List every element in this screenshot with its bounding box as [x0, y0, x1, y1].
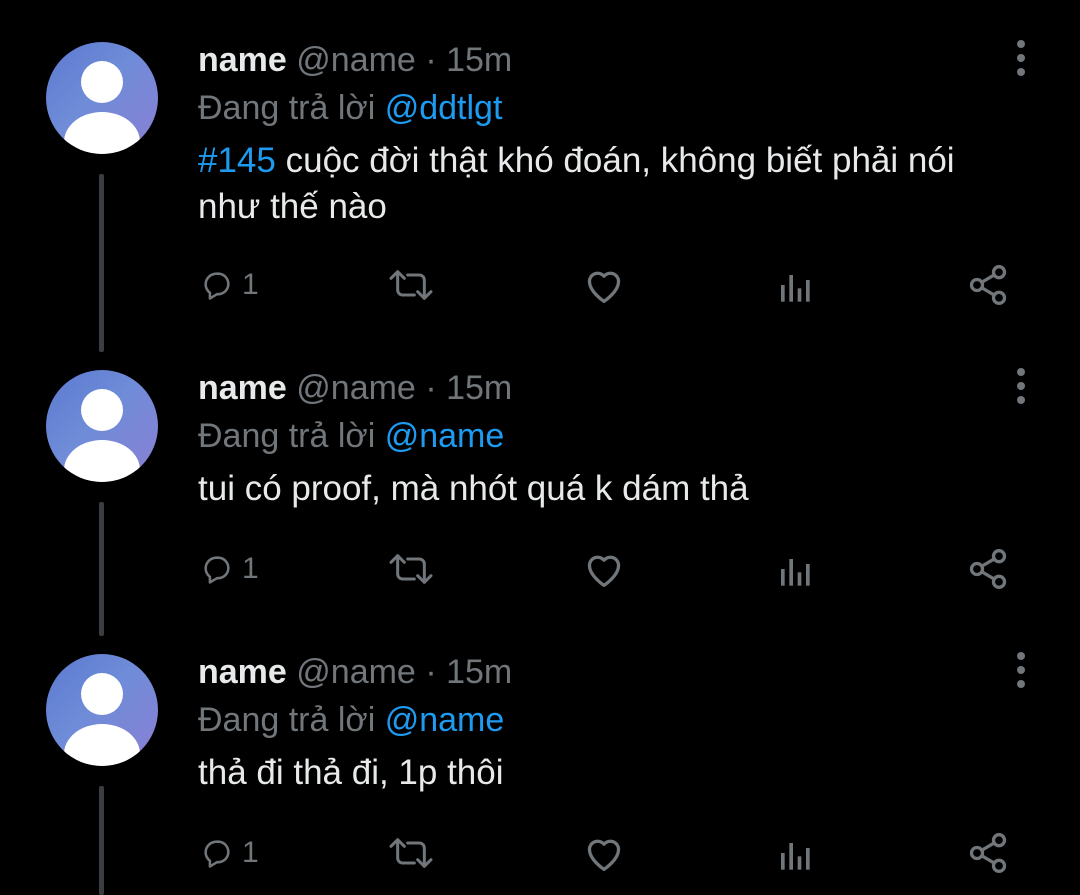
tweet-body: thả đi thả đi, 1p thôi — [198, 753, 504, 792]
avatar-body-shape — [64, 440, 140, 482]
tweet-text: tui có proof, mà nhót quá k dám thả — [198, 466, 1018, 512]
like-button[interactable] — [582, 828, 626, 878]
display-name[interactable]: name — [198, 41, 287, 79]
reply-count: 1 — [242, 268, 259, 301]
share-button[interactable] — [966, 828, 1010, 878]
action-bar: 1 — [0, 260, 1080, 310]
tweet-body: tui có proof, mà nhót quá k dám thả — [198, 469, 749, 508]
avatar-head-shape — [81, 389, 123, 431]
tweet-text: thả đi thả đi, 1p thôi — [198, 750, 1018, 796]
views-icon — [781, 843, 810, 870]
reply-button[interactable]: 1 — [200, 828, 259, 878]
heart-icon — [587, 271, 621, 303]
retweet-button[interactable] — [386, 828, 436, 878]
share-button[interactable] — [966, 544, 1010, 594]
timestamp[interactable]: 15m — [446, 653, 512, 691]
reply-count: 1 — [242, 836, 259, 869]
tweet-header: name @name · 15m — [198, 40, 512, 80]
reply-button[interactable]: 1 — [200, 544, 259, 594]
action-bar: 1 — [0, 544, 1080, 594]
more-vertical-icon[interactable] — [1006, 646, 1036, 694]
retweet-icon — [389, 554, 433, 584]
retweet-icon — [389, 270, 433, 300]
separator: · — [425, 369, 437, 407]
tweet-header: name @name · 15m — [198, 368, 512, 408]
reply-mention-link[interactable]: @ddtlgt — [385, 89, 503, 127]
retweet-icon — [389, 838, 433, 868]
hashtag-link[interactable]: #145 — [198, 141, 276, 180]
replying-to: Đang trả lời @ddtlgt — [198, 88, 502, 128]
reply-count: 1 — [242, 552, 259, 585]
views-icon — [781, 275, 810, 302]
reply-icon — [204, 840, 230, 868]
avatar-body-shape — [64, 112, 140, 154]
avatar-head-shape — [81, 61, 123, 103]
reply-icon — [204, 556, 230, 584]
views-button[interactable] — [776, 544, 816, 594]
share-icon — [969, 833, 1007, 873]
separator: · — [425, 41, 437, 79]
views-button[interactable] — [776, 260, 816, 310]
views-icon — [781, 559, 810, 586]
tweet[interactable]: name @name · 15m Đang trả lời @name tui … — [0, 368, 1080, 640]
avatar-body-shape — [64, 724, 140, 766]
retweet-button[interactable] — [386, 544, 436, 594]
reply-mention-link[interactable]: @name — [385, 701, 505, 739]
avatar[interactable] — [46, 42, 158, 154]
share-button[interactable] — [966, 260, 1010, 310]
avatar[interactable] — [46, 654, 158, 766]
timestamp[interactable]: 15m — [446, 41, 512, 79]
more-vertical-icon[interactable] — [1006, 34, 1036, 82]
like-button[interactable] — [582, 544, 626, 594]
heart-icon — [587, 555, 621, 587]
share-icon — [969, 549, 1007, 589]
more-vertical-icon[interactable] — [1006, 362, 1036, 410]
action-bar: 1 — [0, 828, 1080, 878]
reply-mention-link[interactable]: @name — [385, 417, 505, 455]
reply-prefix: Đang trả lời — [198, 89, 376, 127]
replying-to: Đang trả lời @name — [198, 700, 504, 740]
reply-prefix: Đang trả lời — [198, 701, 376, 739]
reply-prefix: Đang trả lời — [198, 417, 376, 455]
tweet[interactable]: name @name · 15m Đang trả lời @name thả … — [0, 652, 1080, 895]
display-name[interactable]: name — [198, 653, 287, 691]
tweet-text: #145 cuộc đời thật khó đoán, không biết … — [198, 138, 1018, 230]
tweet[interactable]: name @name · 15m Đang trả lời @ddtlgt #1… — [0, 40, 1080, 352]
timestamp[interactable]: 15m — [446, 369, 512, 407]
handle[interactable]: @name — [296, 41, 416, 79]
heart-icon — [587, 839, 621, 871]
timeline: name @name · 15m Đang trả lời @ddtlgt #1… — [0, 0, 1080, 895]
avatar-head-shape — [81, 673, 123, 715]
handle[interactable]: @name — [296, 369, 416, 407]
display-name[interactable]: name — [198, 369, 287, 407]
reply-button[interactable]: 1 — [200, 260, 259, 310]
replying-to: Đang trả lời @name — [198, 416, 504, 456]
tweet-header: name @name · 15m — [198, 652, 512, 692]
retweet-button[interactable] — [386, 260, 436, 310]
avatar[interactable] — [46, 370, 158, 482]
share-icon — [969, 265, 1007, 305]
like-button[interactable] — [582, 260, 626, 310]
reply-icon — [204, 272, 230, 300]
tweet-body: cuộc đời thật khó đoán, không biết phải … — [198, 141, 955, 226]
separator: · — [425, 653, 437, 691]
handle[interactable]: @name — [296, 653, 416, 691]
views-button[interactable] — [776, 828, 816, 878]
